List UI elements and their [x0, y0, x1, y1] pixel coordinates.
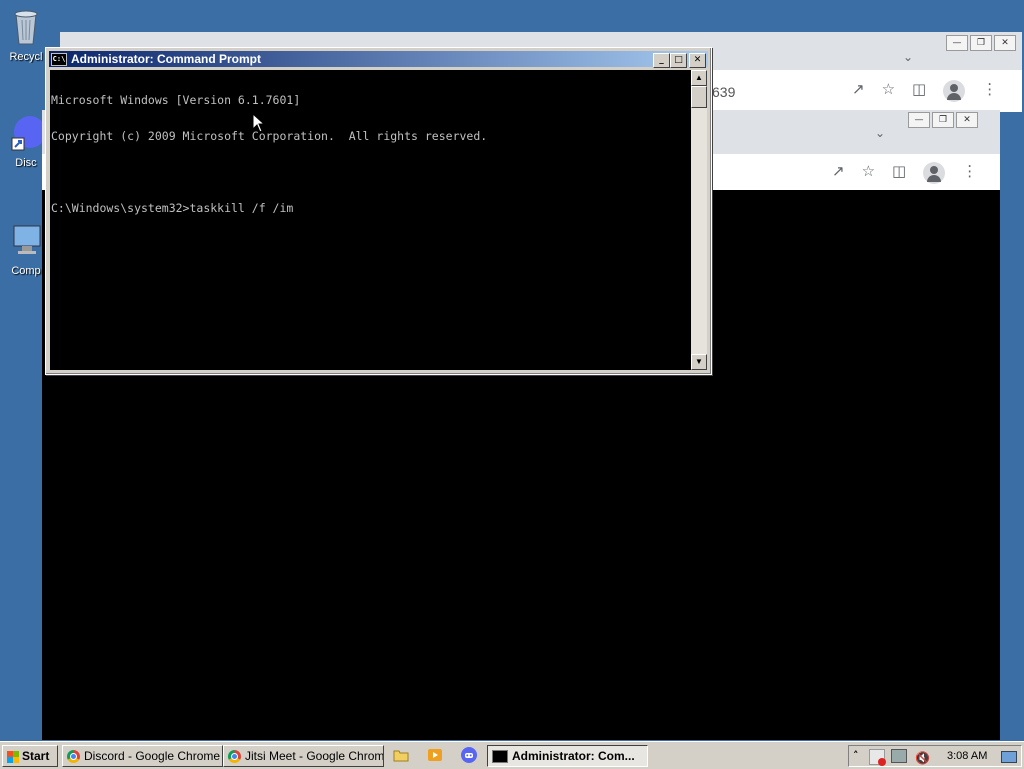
- mouse-cursor-icon: [252, 113, 264, 133]
- console-line: Microsoft Windows [Version 6.1.7601]: [51, 93, 301, 107]
- start-button[interactable]: Start: [2, 745, 58, 767]
- vertical-scrollbar[interactable]: ▲ ▼: [691, 70, 707, 370]
- command-prompt-window[interactable]: C:\ Administrator: Command Prompt _ □ ✕ M…: [45, 47, 712, 375]
- scroll-thumb[interactable]: [691, 86, 707, 108]
- taskbar-button-jitsi-chrome[interactable]: Jitsi Meet - Google Chrome: [223, 745, 384, 767]
- profile-avatar-icon[interactable]: [943, 80, 966, 102]
- maximize-button[interactable]: □: [670, 53, 687, 68]
- window-titlebar[interactable]: C:\ Administrator: Command Prompt _ □ ✕: [49, 51, 708, 68]
- console-line: Copyright (c) 2009 Microsoft Corporation…: [51, 129, 488, 143]
- taskbar-button-command-prompt[interactable]: Administrator: Com...: [487, 745, 648, 767]
- taskbar: Start Discord - Google Chrome Jitsi Meet…: [0, 741, 1024, 769]
- scroll-up-arrow-icon[interactable]: ▲: [691, 70, 707, 86]
- media-player-icon[interactable]: [427, 747, 443, 763]
- volume-muted-icon[interactable]: 🔇: [915, 748, 930, 768]
- close-button[interactable]: ✕: [689, 53, 706, 68]
- desktop-icon-label: Recycl: [9, 51, 43, 63]
- desktop-icon-recycle-bin[interactable]: Recycl: [4, 6, 48, 63]
- minimize-button[interactable]: —: [908, 112, 930, 128]
- computer-icon: [13, 225, 41, 254]
- discord-icon: [11, 116, 46, 151]
- recycle-bin-icon: [14, 10, 38, 45]
- share-icon[interactable]: ↗: [832, 162, 845, 184]
- close-button[interactable]: ✕: [956, 112, 978, 128]
- chrome-icon: [228, 750, 241, 764]
- network-icon[interactable]: [891, 749, 907, 763]
- bookmark-star-icon[interactable]: ☆: [882, 80, 895, 102]
- scroll-down-arrow-icon[interactable]: ▼: [691, 354, 707, 370]
- start-label: Start: [22, 749, 50, 763]
- window-controls: — ❐ ✕: [908, 112, 978, 128]
- taskbar-button-label: Jitsi Meet - Google Chrome: [245, 749, 384, 763]
- restore-button[interactable]: ❐: [970, 35, 992, 51]
- tab-list-chevron-icon[interactable]: ⌄: [903, 50, 913, 64]
- toolbar-actions: ↗ ☆ ◫ ⋮: [832, 162, 977, 184]
- window-title: Administrator: Command Prompt: [71, 52, 262, 66]
- sidepanel-icon[interactable]: ◫: [912, 80, 926, 102]
- cmd-icon: C:\: [51, 53, 67, 66]
- show-hidden-icons-arrow-icon[interactable]: ˄: [853, 746, 859, 766]
- sidepanel-icon[interactable]: ◫: [892, 162, 906, 184]
- menu-kebab-icon[interactable]: ⋮: [982, 80, 997, 102]
- show-desktop-icon[interactable]: [1001, 751, 1017, 763]
- taskbar-button-label: Discord - Google Chrome: [84, 749, 221, 763]
- minimize-button[interactable]: _: [653, 53, 670, 68]
- action-center-flag-icon[interactable]: [869, 749, 886, 766]
- windows-logo-icon: [7, 750, 19, 763]
- close-button[interactable]: ✕: [994, 35, 1016, 51]
- tab-list-chevron-icon[interactable]: ⌄: [875, 126, 885, 140]
- taskbar-button-discord-chrome[interactable]: Discord - Google Chrome: [62, 745, 223, 767]
- console-prompt-line: C:\Windows\system32>taskkill /f /im: [51, 201, 294, 215]
- profile-avatar-icon[interactable]: [923, 162, 946, 184]
- window-controls: _ □ ✕: [653, 53, 706, 68]
- clock[interactable]: 3:08 AM: [947, 746, 987, 766]
- folder-icon[interactable]: [393, 747, 409, 763]
- minimize-button[interactable]: —: [946, 35, 968, 51]
- chrome-icon: [67, 750, 80, 764]
- discord-icon[interactable]: [461, 747, 477, 763]
- toolbar-actions: ↗ ☆ ◫ ⋮: [852, 80, 997, 102]
- share-icon[interactable]: ↗: [852, 80, 865, 102]
- console-output[interactable]: Microsoft Windows [Version 6.1.7601] Cop…: [50, 70, 691, 370]
- taskbar-button-label: Administrator: Com...: [512, 749, 635, 763]
- restore-button[interactable]: ❐: [932, 112, 954, 128]
- address-bar-text[interactable]: 639: [712, 84, 735, 100]
- cmd-icon: [492, 750, 508, 764]
- system-tray: ˄ 🔇 3:08 AM: [848, 745, 1022, 767]
- window-controls: — ❐ ✕: [946, 35, 1016, 51]
- menu-kebab-icon[interactable]: ⋮: [962, 162, 977, 184]
- bookmark-star-icon[interactable]: ☆: [862, 162, 875, 184]
